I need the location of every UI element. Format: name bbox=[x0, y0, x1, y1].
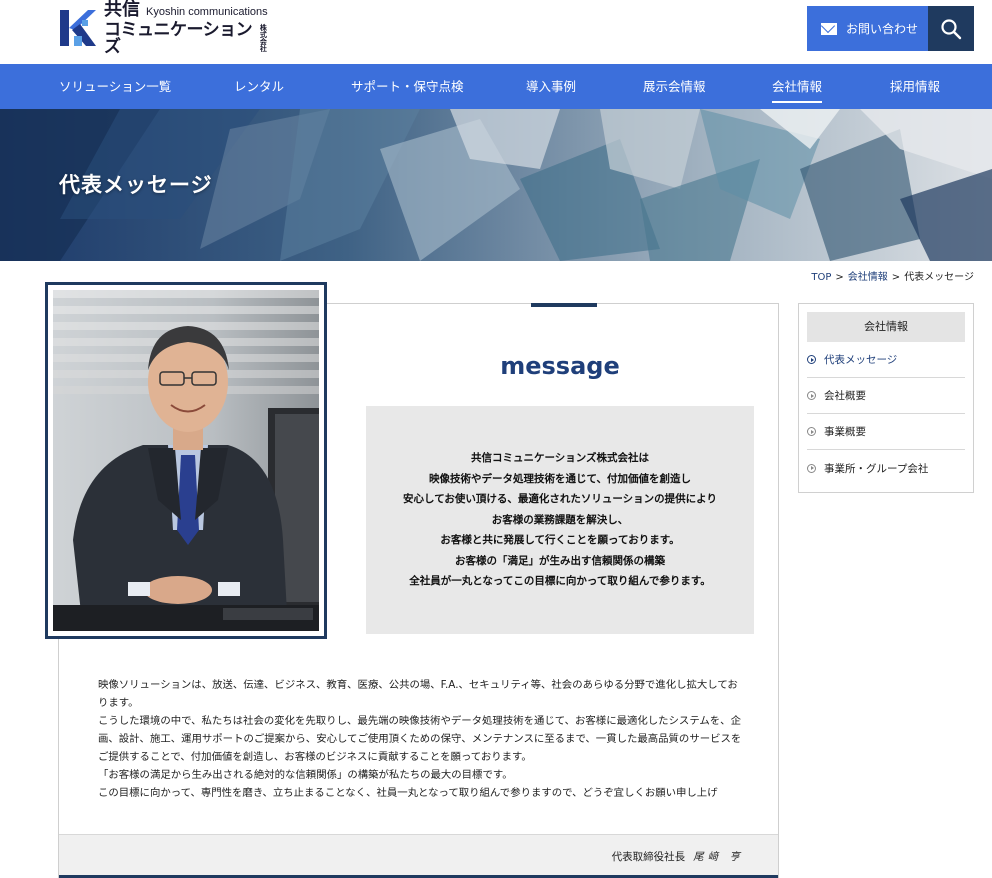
lead-line: お客様と共に発展して行くことを願っております。 bbox=[440, 534, 680, 547]
section-heading-message: message bbox=[500, 352, 620, 380]
logo-english: Kyoshin communications bbox=[146, 5, 268, 18]
signature-name: 尾﨑 亨 bbox=[693, 851, 744, 863]
nav-item-rental[interactable]: レンタル bbox=[234, 64, 284, 109]
signature: 代表取締役社長 尾﨑 亨 bbox=[612, 849, 744, 864]
signature-title: 代表取締役社長 bbox=[611, 851, 686, 863]
president-photo bbox=[53, 290, 319, 631]
panel-accent-bar bbox=[531, 303, 597, 307]
sidebar-item-message[interactable]: 代表メッセージ bbox=[807, 342, 965, 378]
global-nav: ソリューション一覧 レンタル サポート・保守点検 導入事例 展示会情報 会社情報… bbox=[0, 64, 992, 109]
page-hero-banner: 代表メッセージ bbox=[0, 109, 992, 261]
nav-item-company[interactable]: 会社情報 bbox=[772, 64, 823, 109]
sidebar-title: 会社情報 bbox=[807, 312, 965, 342]
arrow-circle-icon bbox=[807, 391, 816, 400]
lead-line: 映像技術やデータ処理技術を通じて、付加価値を創造し bbox=[429, 472, 691, 485]
breadcrumb-current: 代表メッセージ bbox=[904, 272, 974, 283]
arrow-circle-icon bbox=[807, 427, 816, 436]
signature-bar: 代表取締役社長 尾﨑 亨 bbox=[59, 834, 778, 878]
breadcrumb-link-top[interactable]: TOP bbox=[811, 272, 831, 283]
site-header: 共信 Kyoshin communications コミュニケーションズ 株式 … bbox=[0, 0, 992, 64]
sidebar-item-label: 会社概要 bbox=[824, 390, 866, 402]
body-paragraph: この目標に向かって、専門性を磨き、立ち止まることなく、社員一丸となって取り組んで… bbox=[98, 787, 718, 799]
logo-kanji: 共信 bbox=[104, 0, 140, 20]
body-paragraph: こうした環境の中で、私たちは社会の変化を先取りし、最先端の映像技術やデータ処理技… bbox=[98, 715, 742, 763]
sidebar-item-label: 事業所・グループ会社 bbox=[824, 462, 929, 475]
breadcrumb-separator: > bbox=[835, 272, 844, 283]
search-button[interactable] bbox=[928, 6, 974, 51]
sidebar-company-menu: 会社情報 代表メッセージ 会社概要 事業概要 事業所・グループ会社 bbox=[798, 303, 974, 493]
body-paragraph: 映像ソリューションは、放送、伝達、ビジネス、教育、医療、公共の場、F.A.、セキ… bbox=[98, 679, 738, 709]
arrow-circle-icon bbox=[807, 463, 816, 473]
sidebar-item-overview[interactable]: 会社概要 bbox=[807, 378, 965, 414]
logo-katakana: コミュニケーションズ bbox=[104, 19, 253, 57]
arrow-circle-icon bbox=[807, 355, 816, 364]
lead-line: 共信コミュニケーションズ株式会社は bbox=[470, 452, 650, 465]
lead-message-box: 共信コミュニケーションズ株式会社は 映像技術やデータ処理技術を通じて、付加価値を… bbox=[366, 406, 754, 634]
nav-item-exhibitions[interactable]: 展示会情報 bbox=[643, 64, 706, 109]
lead-line: 安心してお使い頂ける、最適化されたソリューションの提供により bbox=[403, 493, 717, 506]
sidebar-item-business[interactable]: 事業概要 bbox=[807, 414, 965, 450]
breadcrumb-link-company[interactable]: 会社情報 bbox=[848, 272, 888, 283]
mail-icon bbox=[821, 22, 837, 35]
lead-line: 全社員が一丸となってこの目標に向かって取り組んで参ります。 bbox=[409, 575, 711, 588]
contact-button[interactable]: お問い合わせ bbox=[807, 6, 928, 51]
lead-line: お客様の「満足」が生み出す信頼関係の構築 bbox=[455, 554, 665, 567]
breadcrumb-separator: > bbox=[891, 272, 901, 283]
body-paragraph: 「お客様の満足から生み出される絶対的な信頼関係」の構築が私たちの最大の目標です。 bbox=[98, 769, 513, 781]
president-photo-frame bbox=[45, 282, 327, 639]
sidebar-item-label: 事業概要 bbox=[824, 426, 866, 438]
logo-kk-bottom: 会社 bbox=[259, 37, 267, 53]
logo-mark-icon bbox=[58, 8, 98, 48]
logo-kk-top: 株式 bbox=[259, 23, 267, 39]
company-logo[interactable]: 共信 Kyoshin communications コミュニケーションズ 株式 … bbox=[58, 0, 273, 55]
sidebar-item-label: 代表メッセージ bbox=[824, 354, 898, 366]
contact-label: お問い合わせ bbox=[846, 22, 919, 36]
message-body: 映像ソリューションは、放送、伝達、ビジネス、教育、医療、公共の場、F.A.、セキ… bbox=[98, 676, 748, 802]
search-icon bbox=[941, 18, 962, 39]
nav-item-solutions[interactable]: ソリューション一覧 bbox=[59, 64, 171, 109]
nav-item-cases[interactable]: 導入事例 bbox=[526, 64, 576, 109]
breadcrumb: TOP > 会社情報 > 代表メッセージ bbox=[811, 268, 974, 283]
page-title: 代表メッセージ bbox=[59, 173, 213, 197]
sidebar-item-offices[interactable]: 事業所・グループ会社 bbox=[807, 450, 965, 486]
nav-item-recruit[interactable]: 採用情報 bbox=[890, 64, 940, 109]
nav-item-support[interactable]: サポート・保守点検 bbox=[351, 64, 464, 109]
lead-line: お客様の業務課題を解決し、 bbox=[491, 513, 629, 526]
